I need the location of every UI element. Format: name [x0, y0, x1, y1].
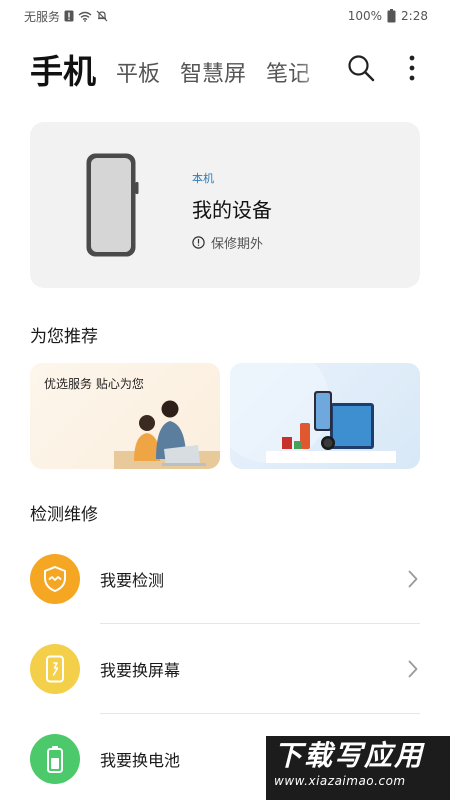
watermark-title: 下载写应用 [274, 739, 425, 772]
more-vertical-icon [409, 55, 415, 81]
status-right: 100% 2:28 [348, 9, 428, 23]
battery-status-icon [387, 9, 396, 23]
search-button[interactable] [343, 48, 379, 88]
tab-tablet[interactable]: 平板 [116, 64, 160, 96]
chevron-right-icon [408, 570, 418, 588]
warranty-status: 保修期外 [192, 233, 272, 252]
products-illustration [230, 363, 396, 463]
service-label: 我要换电池 [100, 751, 181, 770]
repair-title: 检测维修 [30, 505, 98, 525]
phone-screen-icon [30, 644, 80, 694]
status-bar: 无服务 100% 2:28 [0, 0, 450, 32]
device-info: 本机 我的设备 保修期外 [192, 170, 272, 252]
my-device-card[interactable]: 本机 我的设备 保修期外 [30, 122, 420, 288]
category-tabs: 手机 平板 智慧屏 笔记 [30, 44, 340, 96]
products-banner[interactable] [230, 363, 420, 469]
site-watermark: 下载写应用 www.xiazaimao.com [266, 736, 450, 800]
tab-phone[interactable]: 手机 [30, 55, 96, 96]
chevron-right-icon [408, 660, 418, 678]
info-alert-icon [192, 236, 205, 249]
tab-smart-screen[interactable]: 智慧屏 [180, 64, 246, 96]
service-label: 我要换屏幕 [100, 661, 181, 680]
mute-bell-icon [96, 10, 108, 22]
shield-wave-icon [30, 554, 80, 604]
more-options-button[interactable] [394, 48, 430, 88]
service-item-screen[interactable]: 我要换屏幕 [30, 624, 420, 714]
service-banner[interactable]: 优选服务 贴心为您 [30, 363, 220, 469]
service-label: 我要检测 [100, 571, 165, 590]
device-tag: 本机 [192, 172, 214, 185]
service-people-illustration [114, 400, 220, 469]
recommend-title: 为您推荐 [30, 327, 98, 347]
sim-alert-icon [64, 10, 74, 22]
search-icon [348, 55, 375, 82]
tabs-fade [296, 44, 340, 96]
watermark-url: www.xiazaimao.com [274, 774, 406, 788]
wifi-icon [78, 11, 92, 22]
phone-illustration [85, 152, 139, 262]
service-item-detect[interactable]: 我要检测 [30, 534, 420, 624]
device-name: 我的设备 [192, 198, 272, 222]
battery-icon [30, 734, 80, 784]
status-left: 无服务 [24, 8, 108, 25]
clock: 2:28 [401, 9, 428, 23]
carrier-text: 无服务 [24, 9, 61, 24]
warranty-text: 保修期外 [211, 237, 264, 252]
battery-percent: 100% [347, 9, 383, 23]
